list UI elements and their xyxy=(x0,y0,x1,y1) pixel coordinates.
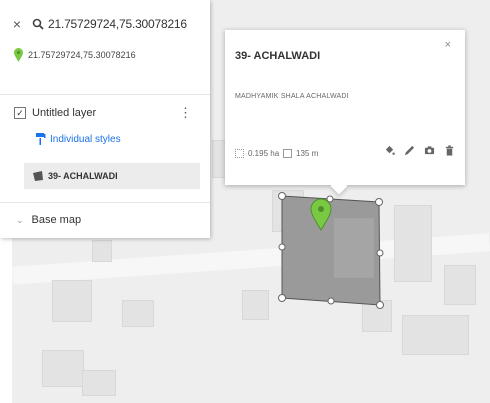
search-bar: × 21.75729724,75.30078216 xyxy=(10,14,187,34)
base-map-toggle[interactable]: ⌄ Base map xyxy=(16,214,81,226)
divider xyxy=(0,202,210,203)
kebab-icon[interactable]: ⋮ xyxy=(179,106,192,119)
popup-description: MADHYAMIK SHALA ACHALWADI xyxy=(235,93,349,100)
layer-visibility-checkbox[interactable]: ✓ xyxy=(14,107,26,119)
search-icon[interactable] xyxy=(32,18,44,30)
divider xyxy=(0,94,210,95)
area-icon xyxy=(235,149,244,158)
popup-title: 39- ACHALWADI xyxy=(235,50,321,62)
camera-icon[interactable] xyxy=(424,145,435,156)
feature-item[interactable]: 39- ACHALWADI xyxy=(24,163,200,189)
pencil-icon[interactable] xyxy=(404,145,415,156)
search-query[interactable]: 21.75729724,75.30078216 xyxy=(48,17,187,31)
layers-panel: × 21.75729724,75.30078216 21.75729724,75… xyxy=(0,0,210,238)
area-value: 0.195 ha xyxy=(248,149,280,158)
search-result[interactable]: 21.75729724,75.30078216 xyxy=(14,48,136,62)
base-map-label: Base map xyxy=(31,214,82,226)
individual-styles-link[interactable]: Individual styles xyxy=(36,133,121,145)
close-icon[interactable]: × xyxy=(10,16,24,32)
pin-icon xyxy=(14,48,23,62)
perimeter-value: 135 m xyxy=(296,149,319,158)
layer-header: ✓ Untitled layer ⋮ xyxy=(14,106,204,119)
perimeter-icon xyxy=(283,149,292,158)
area-stat: 0.195 ha xyxy=(235,149,279,158)
popup-toolbar xyxy=(384,145,455,156)
feature-info-popup: 39- ACHALWADI × MADHYAMIK SHALA ACHALWAD… xyxy=(225,30,465,195)
paint-icon xyxy=(36,133,46,145)
close-icon[interactable]: × xyxy=(445,39,451,51)
layer-name[interactable]: Untitled layer xyxy=(32,107,96,119)
feature-label: 39- ACHALWADI xyxy=(48,171,118,181)
styles-link-label: Individual styles xyxy=(50,133,121,145)
result-coordinates: 21.75729724,75.30078216 xyxy=(28,50,136,60)
trash-icon[interactable] xyxy=(444,145,455,156)
polygon-icon xyxy=(33,171,43,181)
chevron-down-icon[interactable]: ⌄ xyxy=(16,215,24,226)
perimeter-stat: 135 m xyxy=(283,149,318,158)
paint-bucket-icon[interactable] xyxy=(384,145,395,156)
parcel-inner-building xyxy=(334,218,374,278)
